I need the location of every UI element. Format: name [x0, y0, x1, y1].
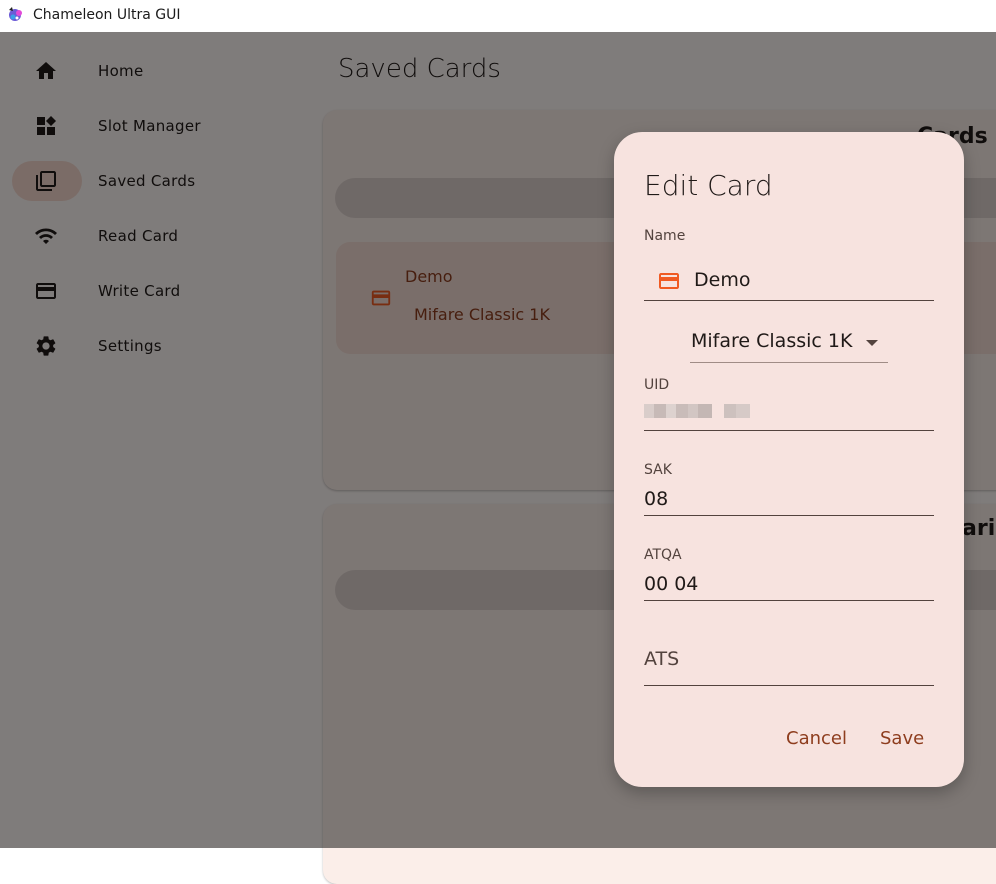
name-field[interactable]: Demo [694, 269, 750, 291]
cancel-button[interactable]: Cancel [786, 728, 847, 749]
name-field-label: Name [644, 228, 686, 244]
dialog-title: Edit Card [644, 169, 773, 202]
uid-field-underline [644, 430, 934, 431]
sak-field-underline [644, 515, 934, 516]
credit-card-icon [659, 273, 679, 289]
uid-field-label: UID [644, 377, 670, 393]
atqa-field[interactable]: 00 04 [644, 573, 698, 595]
uid-field-redacted[interactable] [644, 404, 750, 418]
window-titlebar: Chameleon Ultra GUI [0, 0, 996, 32]
card-type-dropdown[interactable]: Mifare Classic 1K [690, 327, 888, 363]
name-field-underline [644, 300, 934, 301]
ats-field[interactable]: ATS [644, 648, 679, 670]
save-button[interactable]: Save [880, 728, 924, 749]
card-type-selected: Mifare Classic 1K [691, 330, 853, 352]
atqa-field-label: ATQA [644, 547, 682, 563]
sak-field[interactable]: 08 [644, 488, 668, 510]
edit-card-dialog: Edit Card Name Demo Mifare Classic 1K UI… [614, 132, 964, 787]
atqa-field-underline [644, 600, 934, 601]
chameleon-app-icon [9, 7, 22, 21]
dropdown-underline [690, 362, 888, 363]
window-title: Chameleon Ultra GUI [33, 7, 181, 23]
ats-field-underline [644, 685, 934, 686]
dropdown-arrow-icon [866, 340, 878, 346]
sak-field-label: SAK [644, 462, 672, 478]
